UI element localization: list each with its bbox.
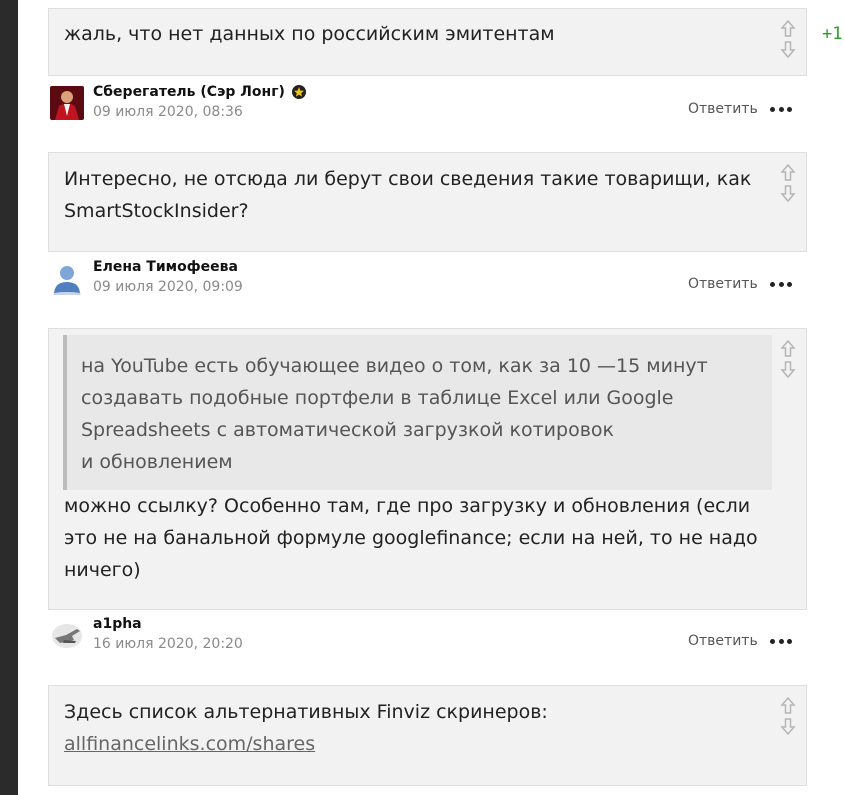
quote-line: на YouTube есть обучающее видео о том, к… <box>81 355 708 377</box>
author-name[interactable]: Сберегатель (Сэр Лонг) <box>93 84 285 100</box>
vote-controls <box>780 19 796 59</box>
avatar[interactable] <box>50 86 84 120</box>
more-options-icon[interactable] <box>770 631 792 651</box>
vote-down-icon[interactable] <box>780 39 796 59</box>
vote-controls <box>780 696 796 736</box>
comment-link[interactable]: allfinancelinks.com/shares <box>64 733 315 755</box>
vote-down-icon[interactable] <box>780 183 796 203</box>
comment-author-meta: Сберегатель (Сэр Лонг) 09 июля 2020, 08:… <box>48 82 807 128</box>
comment-date: 16 июля 2020, 20:20 <box>93 636 243 652</box>
star-badge-icon <box>291 84 307 100</box>
quote-line: Spreadsheets с автоматической загрузкой … <box>81 419 615 441</box>
avatar[interactable] <box>50 261 84 295</box>
vote-down-icon[interactable] <box>780 716 796 736</box>
comment-3: на YouTube есть обучающее видео о том, к… <box>48 328 807 610</box>
comment-4: Здесь список альтернативных Finviz скрин… <box>48 685 807 786</box>
more-options-icon[interactable] <box>770 274 792 294</box>
vote-up-icon[interactable] <box>780 339 796 359</box>
vote-up-icon[interactable] <box>780 163 796 183</box>
vote-up-icon[interactable] <box>780 696 796 716</box>
quote-line: и обновлением <box>81 451 233 473</box>
vote-controls <box>780 339 796 379</box>
comment-text: жаль, что нет данных по российским эмите… <box>64 23 555 45</box>
left-edge-bar <box>0 0 18 795</box>
score-counter: +1 <box>822 24 843 44</box>
reply-button[interactable]: Ответить <box>688 633 758 649</box>
author-name[interactable]: Елена Тимофеева <box>93 259 238 275</box>
comment-text: Интересно, не отсюда ли берут свои сведе… <box>64 168 752 222</box>
comment-text: Здесь список альтернативных Finviz скрин… <box>49 696 806 760</box>
author-name-row: Сберегатель (Сэр Лонг) <box>93 84 307 100</box>
comment-text: можно ссылку? Особенно там, где про загр… <box>64 495 758 581</box>
quoted-text-block: на YouTube есть обучающее видео о том, к… <box>63 335 772 490</box>
author-name[interactable]: a1pha <box>93 616 142 632</box>
author-name-row: a1pha <box>93 616 142 632</box>
vote-controls <box>780 163 796 203</box>
comment-1: жаль, что нет данных по российским эмите… <box>48 8 807 76</box>
comment-author-meta: Елена Тимофеева 09 июля 2020, 09:09 Отве… <box>48 257 807 303</box>
reply-button[interactable]: Ответить <box>688 101 758 117</box>
vote-down-icon[interactable] <box>780 359 796 379</box>
avatar[interactable] <box>50 618 84 652</box>
comment-text-line: Здесь список альтернативных Finviz скрин… <box>64 701 548 723</box>
author-name-row: Елена Тимофеева <box>93 259 238 275</box>
reply-button[interactable]: Ответить <box>688 276 758 292</box>
comment-2: Интересно, не отсюда ли берут свои сведе… <box>48 152 807 252</box>
comment-date: 09 июля 2020, 08:36 <box>93 104 243 120</box>
more-options-icon[interactable] <box>770 99 792 119</box>
comment-author-meta: a1pha 16 июля 2020, 20:20 Ответить <box>48 614 807 660</box>
comment-date: 09 июля 2020, 09:09 <box>93 279 243 295</box>
quote-line: создавать подобные портфели в таблице Ex… <box>81 387 674 409</box>
vote-up-icon[interactable] <box>780 19 796 39</box>
